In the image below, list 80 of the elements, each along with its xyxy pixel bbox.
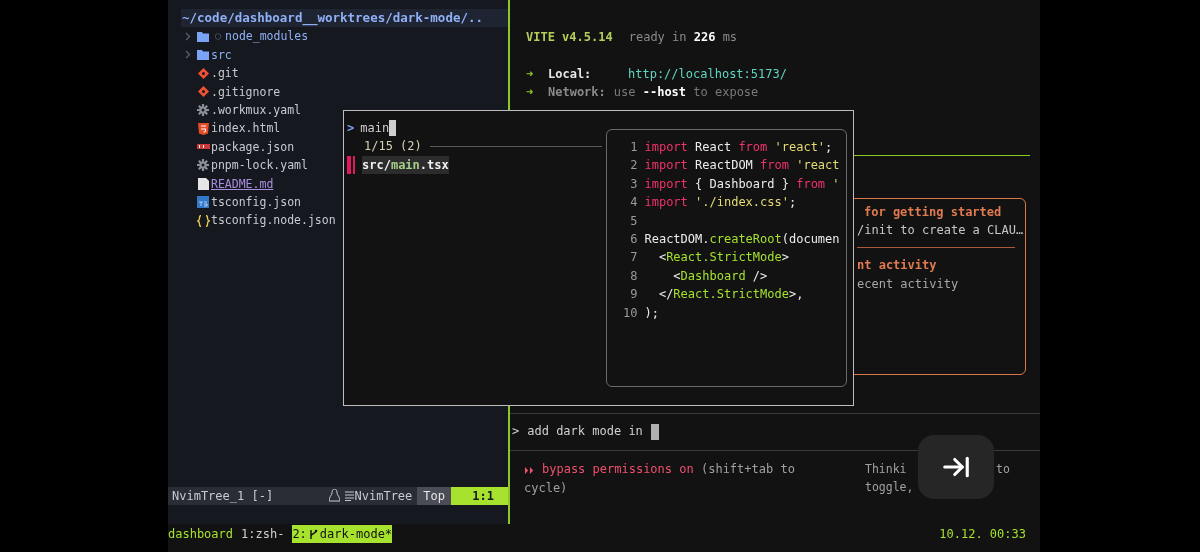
folder-icon [197, 31, 209, 43]
network-label: Network: [548, 84, 606, 102]
tree-root-path: ~/code/dashboard__worktrees/dark-mode/.. [181, 9, 508, 28]
prompt-marker: > [512, 423, 520, 441]
folder-icon [197, 49, 209, 61]
text-cursor [389, 120, 397, 137]
text-cursor [650, 423, 659, 440]
folder-name[interactable]: src [211, 45, 232, 65]
thinking-text: to [996, 460, 1010, 478]
section-title: nt activity [857, 257, 938, 275]
code-line: ); [644, 304, 659, 322]
local-label: Local: [548, 65, 593, 83]
cursor-position: 1:1 [451, 486, 508, 505]
code-line: import { Dashboard } from ' [644, 175, 840, 193]
npm-icon [196, 144, 210, 150]
window-tab[interactable]: 2: dark-mode* [292, 524, 393, 544]
clock: 10.12. 00:33 [939, 525, 1026, 543]
lines-icon [344, 490, 354, 501]
document-icon [197, 177, 209, 190]
scroll-position: Top [417, 486, 451, 505]
html-icon [197, 122, 209, 135]
arrow-glyph: ➜ [526, 65, 535, 83]
tip-text: /init to create a CLAU… [857, 222, 1025, 239]
window-tab[interactable]: 1:zsh- [241, 524, 285, 544]
code-line: </React.StrictMode>, [657, 286, 804, 304]
filetype-label: NvimTree [354, 487, 414, 505]
line-number: 4 [629, 194, 639, 212]
branch-icon [308, 528, 318, 540]
permission-mode-status: ⏵⏵ bypass permissions on (shift+tab to cycle) [524, 460, 796, 497]
file-name[interactable]: pnpm-lock.yaml [211, 156, 308, 175]
line-number: 6 [629, 230, 639, 248]
line-number: 10 [622, 304, 639, 322]
code-line: import ReactDOM from 'react [644, 157, 840, 175]
gear-icon [197, 159, 209, 172]
thinking-text: Thinki [865, 461, 907, 476]
line-number: 3 [629, 175, 639, 193]
arrow-glyph: ➜ [526, 84, 535, 102]
braces-icon [196, 214, 210, 227]
buffer-name: NvimTree_1 [-] [171, 487, 274, 505]
server-version: VITE v4.5.14 [526, 29, 613, 46]
gear-icon [197, 104, 209, 117]
diamond-icon [197, 86, 209, 98]
code-line: ReactDOM.createRoot(documen [644, 230, 840, 248]
skip-button[interactable] [918, 435, 994, 499]
line-number: 1 [629, 139, 639, 156]
typescript-icon [197, 196, 209, 209]
file-name[interactable]: package.json [211, 137, 295, 157]
match-count: 1/15 (2) [364, 138, 422, 156]
activity-text: ecent activity [857, 275, 960, 293]
session-name: dashboard [168, 525, 234, 543]
thinking-text: toggle, [865, 479, 915, 496]
file-name[interactable]: .workmux.yaml [211, 100, 301, 120]
file-name[interactable]: .git [211, 64, 239, 83]
line-number: 2 [629, 157, 639, 175]
status-marker: ○ [215, 29, 222, 44]
local-url[interactable]: http://localhost:5173/ [628, 64, 787, 84]
code-line: import React from 'react'; [644, 139, 833, 156]
finder-input[interactable]: > main [347, 119, 603, 138]
code-line: <React.StrictMode> [657, 249, 789, 267]
folder-name[interactable]: node_modules [225, 27, 309, 46]
result-item[interactable]: src/main.tsx [362, 155, 449, 175]
line-number: 5 [629, 212, 639, 230]
line-number: 9 [629, 286, 639, 304]
ready-text: ready in 226 ms [628, 29, 738, 46]
prompt-text: add dark mode in [527, 423, 643, 441]
code-line: import './index.css'; [644, 194, 797, 212]
file-name[interactable]: README.md [211, 174, 274, 193]
line-number: 7 [629, 249, 639, 267]
file-name[interactable]: tsconfig.node.json [211, 211, 336, 230]
prompt-input[interactable]: > add dark mode in [510, 413, 1040, 450]
file-name[interactable]: .gitignore [211, 82, 281, 101]
prompt-marker: > [347, 120, 355, 137]
diamond-icon [197, 67, 209, 79]
section-title: for getting started [863, 203, 1003, 221]
code-line: <Dashboard /> [672, 267, 768, 285]
network-text: use --host to expose [613, 84, 759, 102]
file-name[interactable]: tsconfig.json [211, 192, 301, 212]
query-text: main [360, 120, 390, 137]
file-name[interactable]: index.html [211, 119, 281, 138]
line-number: 8 [629, 267, 639, 285]
